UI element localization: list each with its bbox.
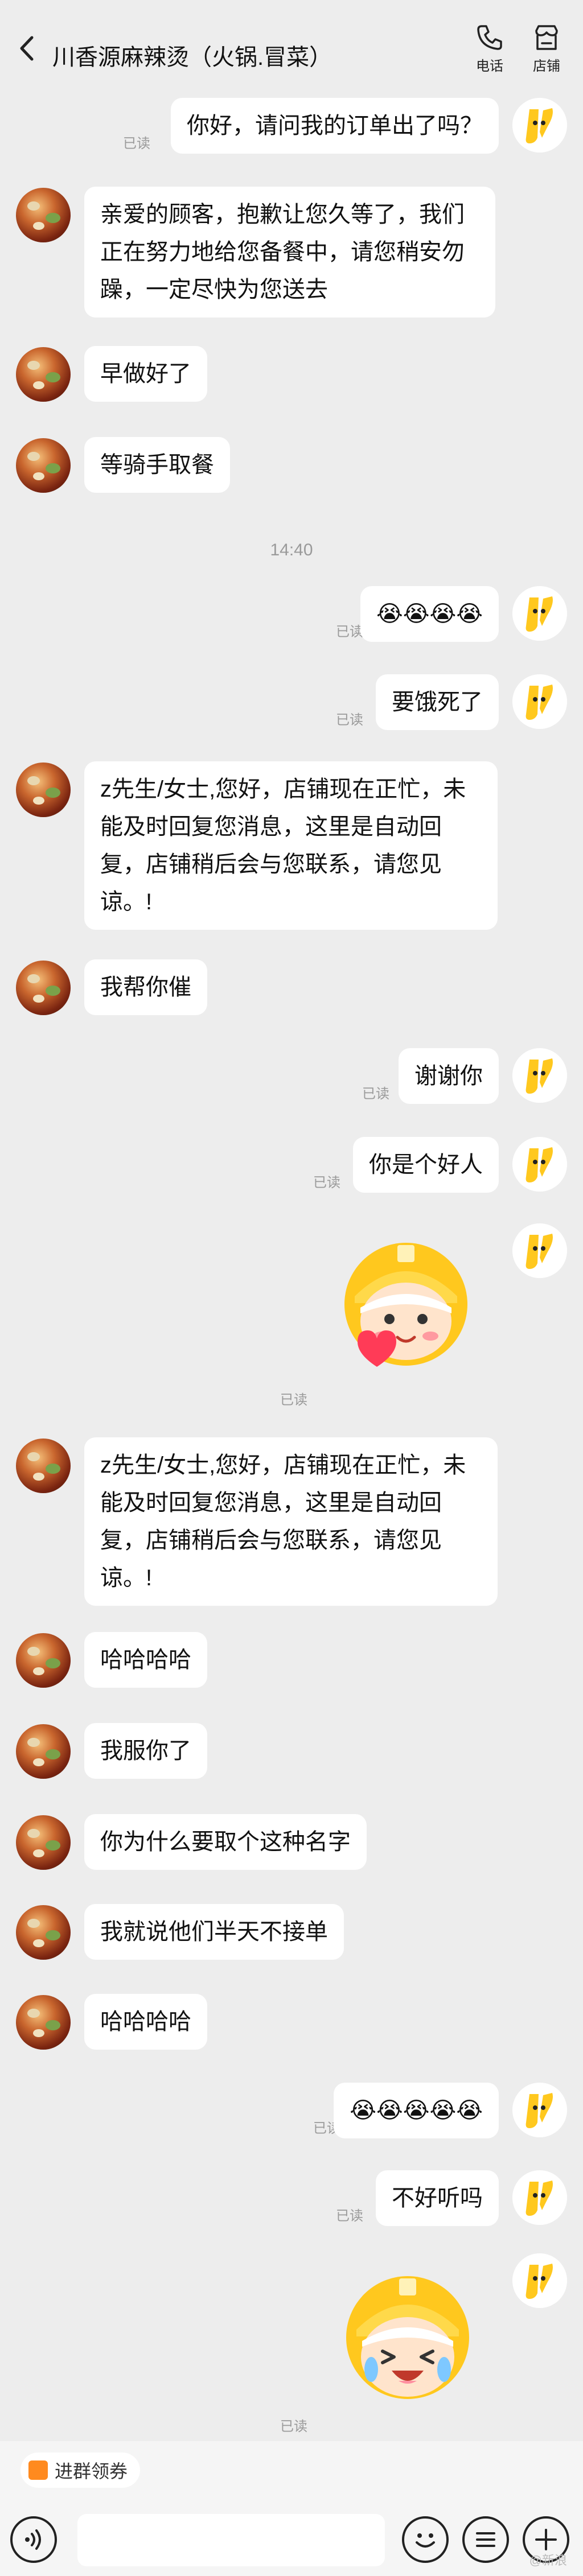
voice-icon — [25, 2529, 41, 2550]
user-avatar[interactable] — [512, 98, 567, 153]
join-group-coupon-button[interactable]: 进群领券 — [20, 2453, 141, 2488]
store-avatar[interactable] — [16, 188, 71, 242]
read-receipt: 已读 — [336, 624, 363, 640]
page-title: 川香源麻辣烫（火锅.冒菜） — [52, 45, 332, 70]
user-avatar[interactable] — [512, 1048, 567, 1103]
read-receipt: 已读 — [313, 1175, 340, 1190]
store-icon — [535, 25, 558, 50]
message-bubble-incoming[interactable]: 等骑手取餐 — [84, 437, 230, 493]
message-bubble-outgoing[interactable]: 要饿死了 — [376, 674, 499, 730]
message-bubble-outgoing[interactable]: 不好听吗 — [376, 2170, 499, 2226]
back-button[interactable] — [16, 34, 39, 63]
helmet-mascot-avatar-icon — [512, 674, 567, 729]
helmet-mascot-avatar-icon — [512, 2083, 567, 2137]
phone-icon — [477, 25, 502, 50]
chat-header: 川香源麻辣烫（火锅.冒菜） 电话 店铺 — [0, 17, 583, 80]
smiling-helmet-heart-sticker-icon — [344, 1243, 467, 1367]
store-avatar[interactable] — [16, 347, 71, 402]
list-icon — [476, 2532, 495, 2547]
input-bar — [0, 2508, 583, 2576]
store-avatar[interactable] — [16, 438, 71, 493]
message-bubble-outgoing[interactable]: 你是个好人 — [353, 1137, 499, 1193]
phone-button[interactable]: 电话 — [467, 18, 512, 75]
message-bubble-incoming[interactable]: 你为什么要取个这种名字 — [84, 1814, 367, 1870]
message-bubble-outgoing[interactable]: 😭😭😭😭😭 — [334, 2083, 499, 2138]
chat-list[interactable]: 已读 你好，请问我的订单出了吗？ 亲爱的顾客，抱歉让您久等了，我们正在努力地给您… — [0, 80, 583, 2441]
helmet-mascot-avatar-icon — [512, 586, 567, 641]
read-receipt: 已读 — [362, 1086, 389, 1102]
message-bubble-incoming[interactable]: 哈哈哈哈 — [84, 1994, 207, 2050]
store-avatar[interactable] — [16, 1724, 71, 1779]
laughing-crying-helmet-sticker-icon — [346, 2276, 469, 2399]
helmet-mascot-avatar-icon — [512, 1048, 567, 1103]
read-receipt: 已读 — [336, 712, 363, 728]
status-bar — [0, 0, 583, 17]
message-bubble-incoming[interactable]: 亲爱的顾客，抱歉让您久等了，我们正在努力地给您备餐中，请您稍安勿躁，一定尽快为您… — [84, 187, 495, 318]
user-avatar[interactable] — [512, 2253, 567, 2308]
read-receipt: 已读 — [336, 2208, 363, 2224]
user-avatar[interactable] — [512, 674, 567, 729]
store-avatar[interactable] — [16, 1633, 71, 1688]
coupon-icon — [28, 2460, 48, 2480]
store-button[interactable]: 店铺 — [524, 18, 569, 75]
emoji-button[interactable] — [402, 2516, 449, 2563]
user-avatar[interactable] — [512, 586, 567, 641]
message-bubble-incoming[interactable]: 我服你了 — [84, 1723, 207, 1779]
helmet-mascot-avatar-icon — [512, 1223, 567, 1278]
user-avatar[interactable] — [512, 1223, 567, 1278]
sticker-message[interactable] — [335, 1240, 471, 1377]
store-avatar[interactable] — [16, 1905, 71, 1960]
message-bubble-incoming[interactable]: 哈哈哈哈 — [84, 1632, 207, 1688]
user-avatar[interactable] — [512, 2170, 567, 2225]
user-avatar[interactable] — [512, 1137, 567, 1192]
read-receipt: 已读 — [123, 136, 150, 151]
time-divider: 14:40 — [270, 541, 313, 559]
store-avatar[interactable] — [16, 1995, 71, 2050]
store-avatar[interactable] — [16, 1439, 71, 1493]
message-input[interactable] — [77, 2514, 385, 2566]
message-bubble-incoming[interactable]: z先生/女士,您好，店铺现在正忙，未能及时回复您消息，这里是自动回复，店铺稍后会… — [84, 761, 498, 930]
quick-reply-button[interactable] — [462, 2516, 509, 2563]
voice-button[interactable] — [10, 2516, 57, 2563]
footer: 进群领券 @新浪 — [0, 2441, 583, 2576]
helmet-mascot-avatar-icon — [512, 98, 567, 153]
emoji-icon — [416, 2533, 435, 2548]
user-avatar[interactable] — [512, 2083, 567, 2137]
message-bubble-incoming[interactable]: 我就说他们半天不接单 — [84, 1904, 344, 1960]
message-bubble-incoming[interactable]: 我帮你催 — [84, 959, 207, 1015]
store-avatar[interactable] — [16, 961, 71, 1015]
helmet-mascot-avatar-icon — [512, 1137, 567, 1192]
store-label: 店铺 — [533, 59, 560, 74]
coupon-label: 进群领券 — [55, 2461, 128, 2482]
read-receipt: 已读 — [280, 1392, 307, 1408]
phone-label: 电话 — [476, 59, 503, 74]
helmet-mascot-avatar-icon — [512, 2253, 567, 2308]
message-bubble-incoming[interactable]: z先生/女士,您好，店铺现在正忙，未能及时回复您消息，这里是自动回复，店铺稍后会… — [84, 1437, 498, 1606]
store-avatar[interactable] — [16, 1815, 71, 1870]
watermark: @新浪 — [529, 2553, 567, 2567]
message-bubble-outgoing[interactable]: 😭😭😭😭 — [360, 586, 499, 642]
helmet-mascot-avatar-icon — [512, 2170, 567, 2225]
store-avatar[interactable] — [16, 763, 71, 817]
read-receipt: 已读 — [280, 2419, 307, 2434]
message-bubble-incoming[interactable]: 早做好了 — [84, 346, 207, 402]
sticker-message[interactable] — [339, 2274, 476, 2410]
message-bubble-outgoing[interactable]: 你好，请问我的订单出了吗？ — [171, 98, 499, 154]
message-bubble-outgoing[interactable]: 谢谢你 — [399, 1048, 499, 1104]
chevron-left-icon — [20, 36, 34, 61]
